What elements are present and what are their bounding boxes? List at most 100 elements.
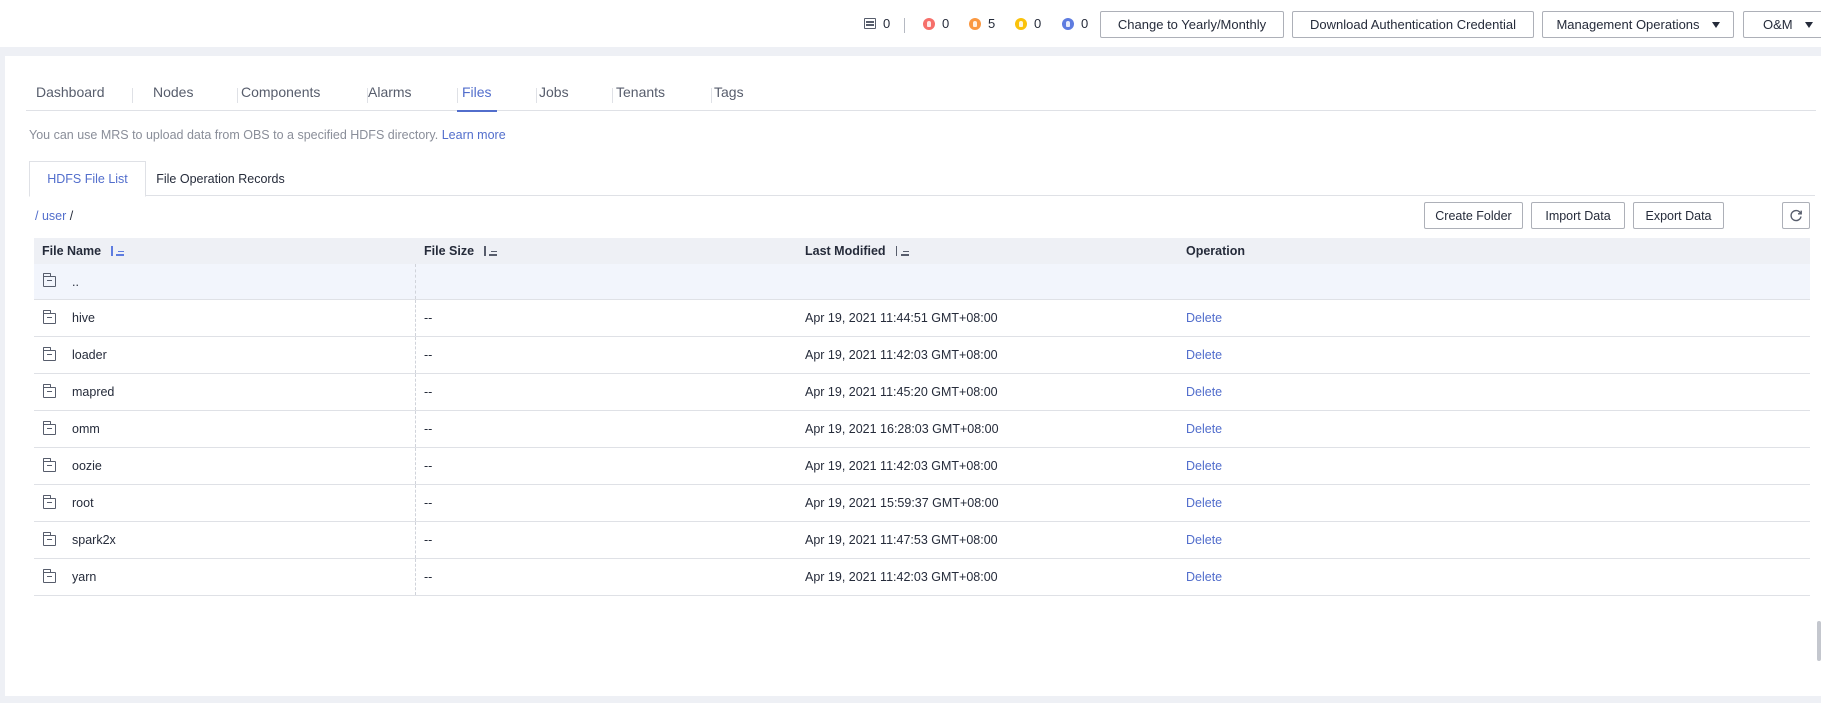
sort-icon[interactable] [895, 246, 909, 256]
warning-alarm-counter[interactable]: 0 [1062, 16, 1088, 31]
tab-divider [457, 88, 458, 103]
file-subtabs: HDFS File List File Operation Records [29, 161, 1815, 197]
file-name[interactable]: spark2x [72, 533, 116, 547]
import-data-button[interactable]: Import Data [1531, 202, 1625, 229]
learn-more-link[interactable]: Learn more [442, 128, 506, 142]
sort-icon[interactable] [483, 246, 498, 256]
tab-files[interactable]: Files [457, 84, 497, 112]
table-row: yarn -- Apr 19, 2021 11:42:03 GMT+08:00 Del… [34, 559, 1810, 596]
export-data-button[interactable]: Export Data [1633, 202, 1724, 229]
management-operations-dropdown[interactable]: Management Operations [1542, 11, 1734, 38]
critical-alarm-icon [923, 17, 935, 30]
subtab-file-operation-records[interactable]: File Operation Records [146, 161, 295, 196]
file-size-cell: -- [424, 385, 433, 399]
delete-link[interactable]: Delete [1186, 570, 1222, 584]
minor-alarm-counter[interactable]: 0 [1015, 16, 1041, 31]
delete-link[interactable]: Delete [1186, 385, 1222, 399]
refresh-button[interactable] [1782, 202, 1810, 229]
operation-cell: Delete [1186, 485, 1222, 521]
major-alarm-icon [969, 17, 981, 30]
table-row: loader -- Apr 19, 2021 11:42:03 GMT+08:00 D… [34, 337, 1810, 374]
file-name[interactable]: root [72, 496, 94, 510]
file-name[interactable]: hive [72, 311, 95, 325]
create-folder-button[interactable]: Create Folder [1424, 202, 1523, 229]
delete-link[interactable]: Delete [1186, 422, 1222, 436]
parent-dir-link[interactable]: .. [72, 275, 79, 289]
refresh-icon [1790, 209, 1802, 221]
tab-divider [237, 88, 238, 103]
scrollbar-thumb[interactable] [1817, 621, 1821, 661]
file-name-cell[interactable]: loader [42, 337, 107, 373]
om-dropdown[interactable]: O&M [1743, 11, 1821, 38]
folder-icon [42, 457, 56, 472]
table-row-parent-dir[interactable]: .. [34, 264, 1810, 300]
server-counter[interactable]: 0 [864, 16, 890, 31]
file-name-cell[interactable]: omm [42, 411, 100, 447]
file-name[interactable]: mapred [72, 385, 114, 399]
change-billing-button[interactable]: Change to Yearly/Monthly [1100, 11, 1284, 38]
file-size-cell: -- [424, 570, 433, 584]
file-name-cell[interactable]: root [42, 485, 94, 521]
critical-alarm-counter[interactable]: 0 [923, 16, 949, 31]
operation-cell: Delete [1186, 337, 1222, 373]
chevron-down-icon [1711, 21, 1720, 28]
file-name-cell[interactable]: hive [42, 300, 95, 336]
tab-tenants[interactable]: Tenants [616, 84, 665, 111]
delete-link[interactable]: Delete [1186, 311, 1222, 325]
file-name[interactable]: omm [72, 422, 100, 436]
file-name-cell[interactable]: spark2x [42, 522, 116, 558]
table-body: hive -- Apr 19, 2021 11:44:51 GMT+08:00 Del… [34, 300, 1810, 596]
delete-link[interactable]: Delete [1186, 459, 1222, 473]
breadcrumb-root[interactable]: / [35, 209, 38, 223]
major-alarm-counter[interactable]: 5 [969, 16, 995, 31]
critical-alarm-count: 0 [942, 16, 950, 31]
delete-link[interactable]: Delete [1186, 533, 1222, 547]
tab-alarms[interactable]: Alarms [368, 84, 412, 111]
col-file-name[interactable]: File Name [42, 238, 125, 264]
tab-tags[interactable]: Tags [714, 84, 744, 111]
folder-icon [42, 383, 56, 398]
delete-link[interactable]: Delete [1186, 348, 1222, 362]
last-modified-cell: Apr 19, 2021 11:47:53 GMT+08:00 [805, 533, 998, 547]
om-label: O&M [1763, 17, 1793, 32]
col-file-size[interactable]: File Size [424, 238, 498, 264]
file-name[interactable]: loader [72, 348, 107, 362]
column-divider [415, 448, 416, 484]
file-name-cell[interactable]: oozie [42, 448, 102, 484]
table-row: hive -- Apr 19, 2021 11:44:51 GMT+08:00 Del… [34, 300, 1810, 337]
parent-dir-cell[interactable]: .. [42, 264, 79, 299]
tab-jobs[interactable]: Jobs [539, 84, 569, 111]
tab-components[interactable]: Components [241, 84, 320, 111]
file-name-cell[interactable]: mapred [42, 374, 114, 410]
last-modified-cell: Apr 19, 2021 16:28:03 GMT+08:00 [805, 422, 999, 436]
folder-icon [42, 531, 56, 546]
main-panel: Dashboard Nodes Components Alarms Files … [5, 56, 1821, 696]
file-name-cell[interactable]: yarn [42, 559, 96, 595]
tab-divider [711, 88, 712, 103]
file-size-cell: -- [424, 496, 433, 510]
breadcrumb: / user / [35, 209, 73, 223]
subtab-hdfs-file-list[interactable]: HDFS File List [29, 161, 146, 197]
last-modified-cell: Apr 19, 2021 11:44:51 GMT+08:00 [805, 311, 998, 325]
tab-nodes[interactable]: Nodes [153, 84, 193, 111]
file-name[interactable]: yarn [72, 570, 96, 584]
major-alarm-count: 5 [988, 16, 996, 31]
folder-icon [42, 346, 56, 361]
table-row: oozie -- Apr 19, 2021 11:42:03 GMT+08:00 De… [34, 448, 1810, 485]
operation-cell: Delete [1186, 374, 1222, 410]
breadcrumb-user[interactable]: user [42, 209, 66, 223]
operation-cell: Delete [1186, 411, 1222, 447]
file-size-cell: -- [424, 422, 433, 436]
column-divider [415, 522, 416, 558]
last-modified-cell: Apr 19, 2021 15:59:37 GMT+08:00 [805, 496, 999, 510]
hdfs-file-table: File Name File Size Last Modified Operat… [34, 238, 1810, 596]
import-data-label: Import Data [1545, 208, 1611, 223]
download-credential-button[interactable]: Download Authentication Credential [1292, 11, 1534, 38]
col-last-modified[interactable]: Last Modified [805, 238, 909, 264]
folder-icon [42, 494, 56, 509]
file-name[interactable]: oozie [72, 459, 102, 473]
table-row: omm -- Apr 19, 2021 16:28:03 GMT+08:00 Dele… [34, 411, 1810, 448]
delete-link[interactable]: Delete [1186, 496, 1222, 510]
tab-dashboard[interactable]: Dashboard [36, 84, 105, 111]
sort-icon[interactable] [110, 246, 125, 256]
